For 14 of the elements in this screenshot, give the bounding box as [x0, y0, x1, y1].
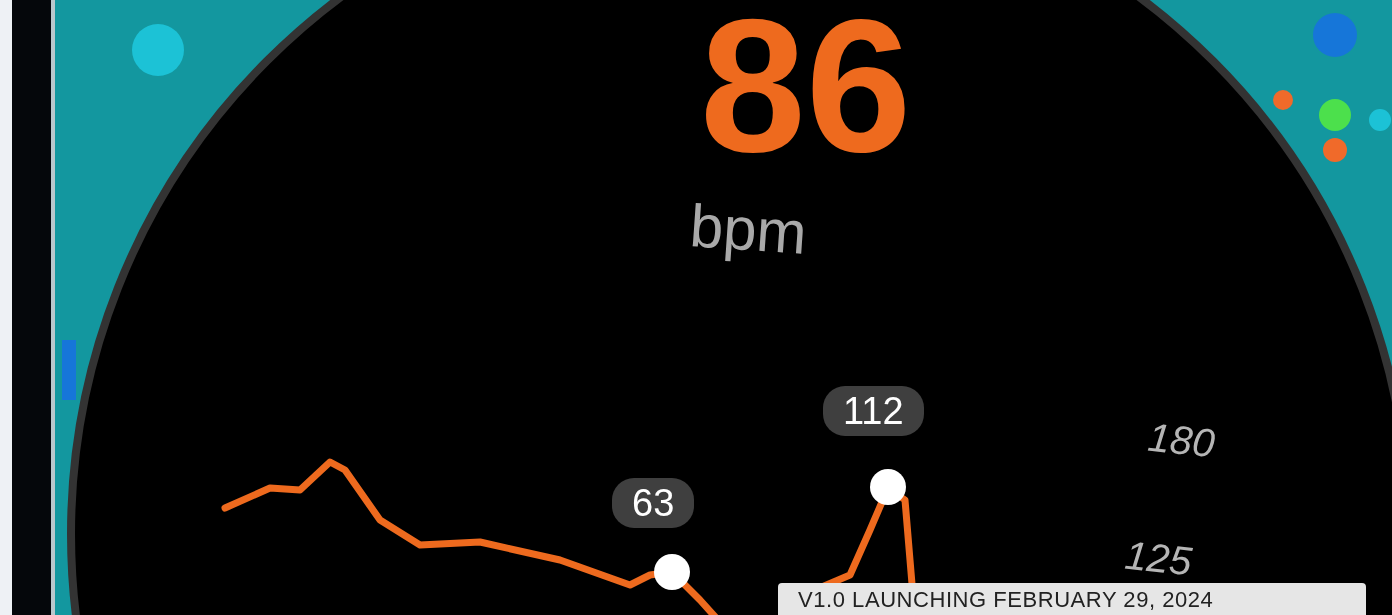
- background-dot: [1273, 90, 1293, 110]
- background-dot: [1369, 109, 1391, 131]
- scale-label: 125: [1123, 534, 1194, 582]
- background-dot: [132, 24, 184, 76]
- launch-banner: V1.0 LAUNCHING FEBRUARY 29, 2024: [778, 583, 1366, 615]
- background-dot: [1323, 138, 1347, 162]
- point-value-label: 112: [823, 386, 924, 436]
- heart-rate-unit: bpm: [688, 196, 809, 264]
- background-stripe: [62, 340, 76, 400]
- scale-label: 180: [1146, 416, 1217, 464]
- background-dot: [1319, 99, 1351, 131]
- background-dot: [1313, 13, 1357, 57]
- point-value-label: 63: [612, 478, 695, 528]
- heart-rate-value: 86: [700, 0, 912, 180]
